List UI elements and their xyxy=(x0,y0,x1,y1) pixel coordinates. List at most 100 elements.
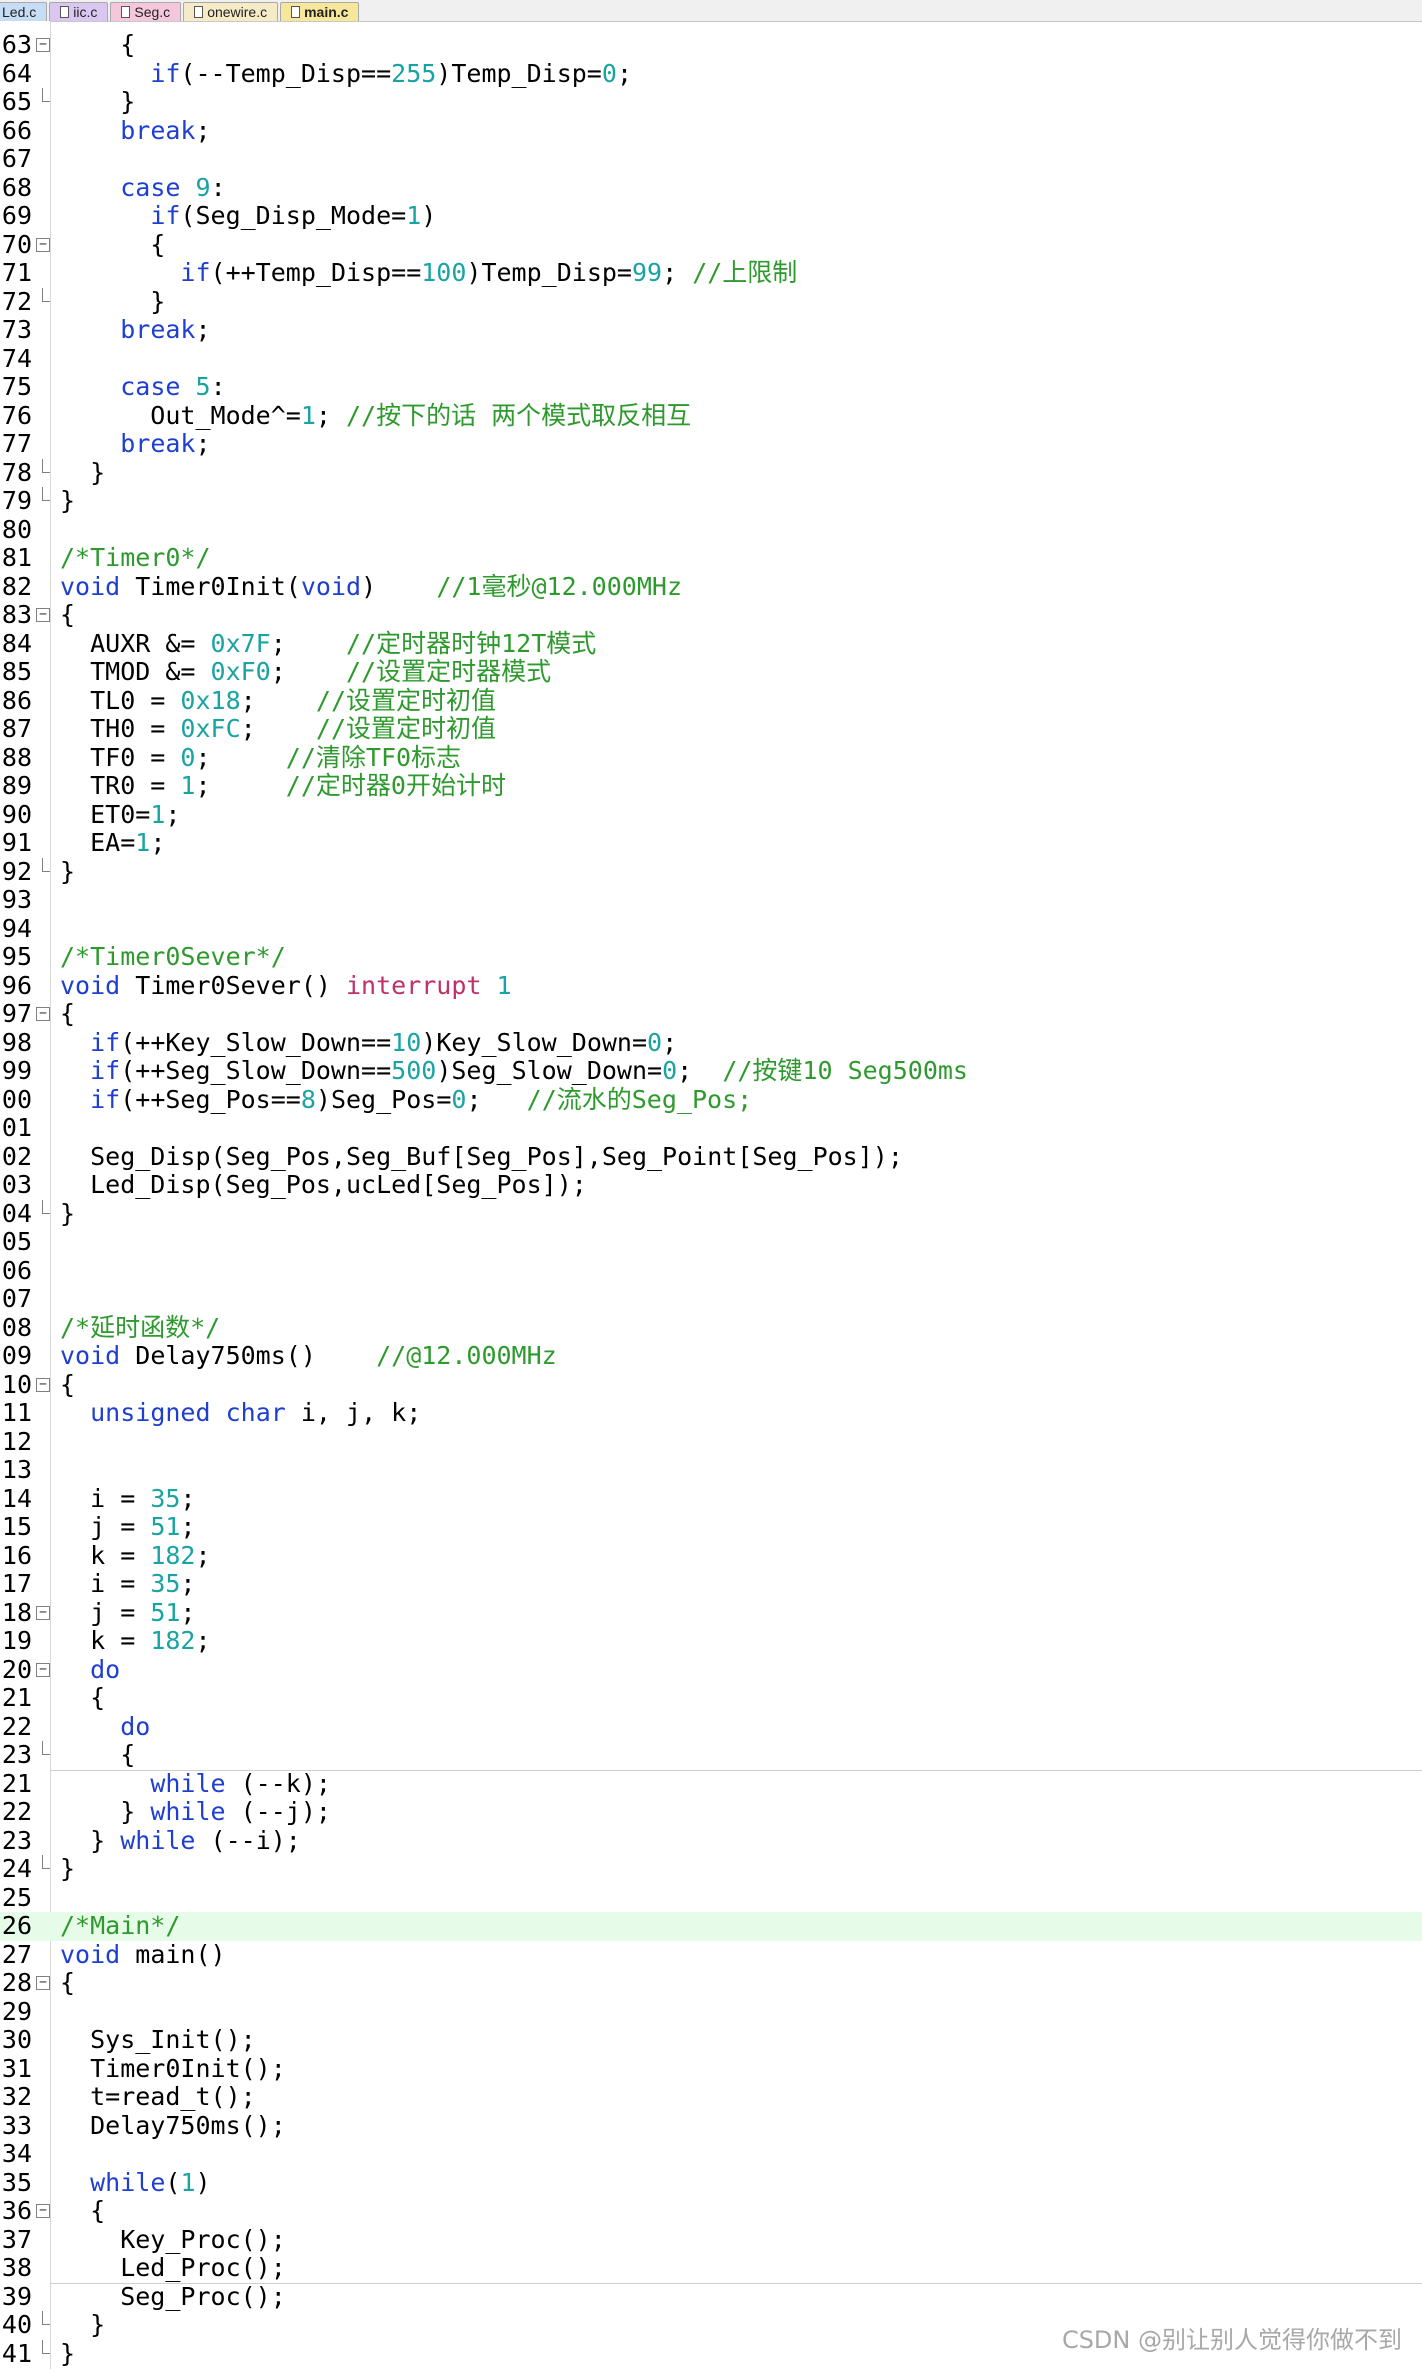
code-line[interactable]: 207 xyxy=(0,1284,1422,1314)
code-line[interactable]: 209 void Delay750ms() //@12.000MHz xyxy=(0,1341,1422,1371)
fold-toggle-icon[interactable]: − xyxy=(36,608,50,622)
code-line[interactable]: 82 void Timer0Init(void) //1毫秒@12.000MHz xyxy=(0,571,1422,602)
code-line[interactable]: 77 break; xyxy=(0,429,1422,459)
code-line[interactable]: 75 case 5: xyxy=(0,372,1422,402)
code-line[interactable]: 63− { xyxy=(0,30,1422,60)
code-line[interactable]: 226 /*Main*/ xyxy=(0,1911,1422,1941)
code-line[interactable]: 68 case 9: xyxy=(0,173,1422,203)
file-tab-led-c[interactable]: Led.c xyxy=(0,2,48,21)
code-line[interactable]: 73 break; xyxy=(0,315,1422,345)
code-line[interactable]: 234 xyxy=(0,2139,1422,2169)
code-editor[interactable]: 63− {64 if(--Temp_Disp==255)Temp_Disp=0;… xyxy=(0,21,1422,2369)
code-line[interactable]: 231 Timer0Init(); xyxy=(0,2054,1422,2084)
code-line[interactable]: 89 TR0 = 1; //定时器0开始计时 xyxy=(0,771,1422,801)
code-line[interactable]: 64 if(--Temp_Disp==255)Temp_Disp=0; xyxy=(0,59,1422,89)
code-line[interactable]: 200 if(++Seg_Pos==8)Seg_Pos=0; //流水的Seg_… xyxy=(0,1085,1422,1115)
code-line[interactable]: 236− { xyxy=(0,2196,1422,2226)
code-line[interactable]: 222 do xyxy=(0,1712,1422,1742)
code-line[interactable]: 99 if(++Seg_Slow_Down==500)Seg_Slow_Down… xyxy=(0,1056,1422,1086)
code-line[interactable]: 211 unsigned char i, j, k; xyxy=(0,1398,1422,1428)
code-line[interactable]: 71 if(++Temp_Disp==100)Temp_Disp=99; //上… xyxy=(0,258,1422,288)
code-line[interactable]: 204} xyxy=(0,1199,1422,1229)
code-line[interactable]: 97−{ xyxy=(0,999,1422,1029)
code-line[interactable]: 72 } xyxy=(0,287,1422,317)
code-line[interactable]: 227 void main() xyxy=(0,1940,1422,1970)
fold-toggle-icon[interactable]: − xyxy=(36,2204,50,2218)
code-line[interactable]: 66 break; xyxy=(0,116,1422,146)
code-line[interactable]: 218− j = 51; xyxy=(0,1598,1422,1628)
code-line[interactable]: 219 k = 182; xyxy=(0,1626,1422,1656)
line-number: 79 xyxy=(1,486,32,515)
code-line[interactable]: 203 Led_Disp(Seg_Pos,ucLed[Seg_Pos]); xyxy=(0,1170,1422,1200)
code-line[interactable]: 232 t=read_t(); xyxy=(0,2082,1422,2112)
code-line[interactable]: 228−{ xyxy=(0,1968,1422,1998)
code-line[interactable]: 88 TF0 = 0; //清除TF0标志 xyxy=(0,743,1422,773)
code-line[interactable]: 201 xyxy=(0,1113,1422,1143)
code-line[interactable]: 208 /*延时函数*/ xyxy=(0,1313,1422,1343)
code-line[interactable]: 214 i = 35; xyxy=(0,1484,1422,1514)
code-line[interactable]: 80 xyxy=(0,515,1422,545)
code-line[interactable]: 224} xyxy=(0,1854,1422,1884)
code-line[interactable]: 215 j = 51; xyxy=(0,1512,1422,1542)
code-line[interactable]: 85 TMOD &= 0xF0; //设置定时器模式 xyxy=(0,657,1422,687)
fold-toggle-icon[interactable]: − xyxy=(36,38,50,52)
code-line[interactable]: 98 if(++Key_Slow_Down==10)Key_Slow_Down=… xyxy=(0,1028,1422,1058)
code-line[interactable]: 222 } while (--j); xyxy=(0,1797,1422,1827)
code-line[interactable]: 70− { xyxy=(0,230,1422,260)
code-text: { xyxy=(60,30,135,60)
file-tab-seg-c[interactable]: Seg.c xyxy=(110,2,182,21)
code-line[interactable]: 221 { xyxy=(0,1683,1422,1713)
code-line[interactable]: 94 xyxy=(0,914,1422,944)
code-line[interactable]: 213 xyxy=(0,1455,1422,1485)
fold-toggle-icon[interactable]: − xyxy=(36,1976,50,1990)
code-line[interactable]: 238 Led_Proc(); xyxy=(0,2253,1422,2283)
code-line[interactable]: 217 i = 35; xyxy=(0,1569,1422,1599)
code-line[interactable]: 205 xyxy=(0,1227,1422,1257)
fold-toggle-icon[interactable]: − xyxy=(36,1662,50,1677)
file-tab-onewire-c[interactable]: onewire.c xyxy=(183,2,279,21)
code-line[interactable]: 69 if(Seg_Disp_Mode=1) xyxy=(0,201,1422,231)
code-line[interactable]: 223 { xyxy=(0,1740,1422,1770)
code-line[interactable]: 87 TH0 = 0xFC; //设置定时初值 xyxy=(0,714,1422,744)
code-line[interactable]: 239 Seg_Proc(); xyxy=(0,2282,1422,2312)
code-line[interactable]: 83−{ xyxy=(0,600,1422,630)
code-line[interactable]: 216 k = 182; xyxy=(0,1541,1422,1571)
fold-toggle-icon[interactable]: − xyxy=(36,1377,50,1392)
code-line[interactable]: 86 TL0 = 0x18; //设置定时初值 xyxy=(0,686,1422,716)
code-line[interactable]: 230 Sys_Init(); xyxy=(0,2025,1422,2055)
code-line[interactable]: 91 EA=1; xyxy=(0,828,1422,858)
code-line[interactable]: 92} xyxy=(0,857,1422,887)
code-line[interactable]: 229 xyxy=(0,1997,1422,2027)
fold-toggle-icon[interactable]: − xyxy=(36,237,50,252)
code-line[interactable]: 206 xyxy=(0,1256,1422,1286)
code-line[interactable]: 225 xyxy=(0,1883,1422,1913)
code-line[interactable]: 90 ET0=1; xyxy=(0,800,1422,830)
code-line[interactable]: 84 AUXR &= 0x7F; //定时器时钟12T模式 xyxy=(0,629,1422,659)
code-token: ) xyxy=(361,571,437,601)
fold-toggle-icon[interactable]: − xyxy=(36,1605,50,1620)
code-line[interactable]: 237 Key_Proc(); xyxy=(0,2225,1422,2255)
code-line[interactable]: 65 } xyxy=(0,87,1422,117)
code-line[interactable]: 96 void Timer0Sever() interrupt 1 xyxy=(0,971,1422,1001)
line-number: 224 xyxy=(0,1854,32,1883)
code-line[interactable]: 212 xyxy=(0,1427,1422,1457)
code-line[interactable]: 235 while(1) xyxy=(0,2168,1422,2198)
code-line[interactable]: 233 Delay750ms(); xyxy=(0,2111,1422,2141)
code-line[interactable]: 78 } xyxy=(0,458,1422,488)
code-line[interactable]: 210−{ xyxy=(0,1370,1422,1400)
code-line[interactable]: 202 Seg_Disp(Seg_Pos,Seg_Buf[Seg_Pos],Se… xyxy=(0,1142,1422,1172)
code-line[interactable]: 76 Out_Mode^=1; //按下的话 两个模式取反相互 xyxy=(0,401,1422,431)
code-line[interactable]: 220− do xyxy=(0,1655,1422,1685)
code-line[interactable]: 79} xyxy=(0,486,1422,516)
code-line[interactable]: 67 xyxy=(0,144,1422,174)
code-line[interactable]: 93 xyxy=(0,885,1422,915)
code-line[interactable]: 74 xyxy=(0,344,1422,374)
file-tab-iic-c[interactable]: iic.c xyxy=(49,2,109,21)
file-tab-main-c[interactable]: main.c xyxy=(280,2,360,21)
code-line[interactable]: 223 } while (--i); xyxy=(0,1826,1422,1856)
code-token: (--k); xyxy=(225,1768,331,1798)
code-line[interactable]: 95 /*Timer0Sever*/ xyxy=(0,942,1422,972)
code-line[interactable]: 81 /*Timer0*/ xyxy=(0,543,1422,573)
fold-toggle-icon[interactable]: − xyxy=(36,1007,50,1021)
code-line[interactable]: 221 while (--k); xyxy=(0,1768,1422,1799)
